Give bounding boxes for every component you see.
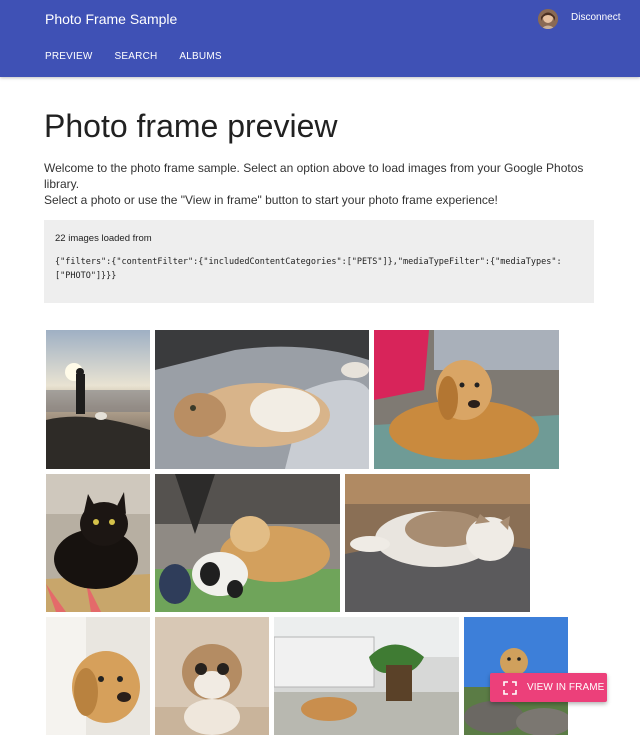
nav-albums[interactable]: ALBUMS (179, 50, 221, 64)
nav-preview[interactable]: PREVIEW (45, 50, 93, 64)
intro-line-2: Select a photo or use the "View in frame… (44, 193, 498, 207)
photo-black-cat-image (46, 474, 150, 612)
photo-retriever-portrait[interactable] (46, 617, 150, 735)
view-in-frame-button[interactable]: VIEW IN FRAME (490, 673, 607, 702)
view-in-frame-label: VIEW IN FRAME (527, 681, 605, 693)
photo-retriever-toy[interactable] (155, 474, 340, 612)
nav-search[interactable]: SEARCH (115, 50, 158, 64)
photo-tabby-cat-image (345, 474, 530, 612)
filter-json: {"filters":{"contentFilter":{"includedCo… (55, 257, 562, 281)
disconnect-link[interactable]: Disconnect (571, 11, 620, 25)
photo-cat-on-back-image (155, 330, 369, 469)
photo-retriever-petted[interactable] (374, 330, 559, 469)
photo-sunset-beach-image (46, 330, 150, 469)
photo-kitten-image (155, 617, 269, 735)
photo-tabby-cat[interactable] (345, 474, 530, 612)
fullscreen-icon (503, 680, 517, 695)
photo-dog-office[interactable] (274, 617, 459, 735)
loaded-count-text: 22 images loaded from (55, 233, 152, 244)
photo-dog-office-image (274, 617, 459, 735)
photo-kitten[interactable] (155, 617, 269, 735)
page-title: Photo frame preview (44, 108, 338, 144)
photo-retriever-petted-image (374, 330, 559, 469)
intro-text: Welcome to the photo frame sample. Selec… (44, 160, 604, 208)
user-avatar-icon (538, 9, 558, 29)
photo-sunset-beach[interactable] (46, 330, 150, 469)
filter-info-box: 22 images loaded from {"filters":{"conte… (44, 220, 594, 303)
photo-cat-on-back[interactable] (155, 330, 369, 469)
main-nav: PREVIEW SEARCH ALBUMS (45, 50, 222, 64)
photo-retriever-toy-image (155, 474, 340, 612)
app-title: Photo Frame Sample (45, 11, 178, 27)
photo-retriever-portrait-image (46, 617, 150, 735)
avatar[interactable] (538, 9, 558, 29)
intro-line-1: Welcome to the photo frame sample. Selec… (44, 161, 584, 191)
app-bar: Photo Frame Sample Disconnect PREVIEW SE… (0, 0, 640, 77)
photo-black-cat[interactable] (46, 474, 150, 612)
